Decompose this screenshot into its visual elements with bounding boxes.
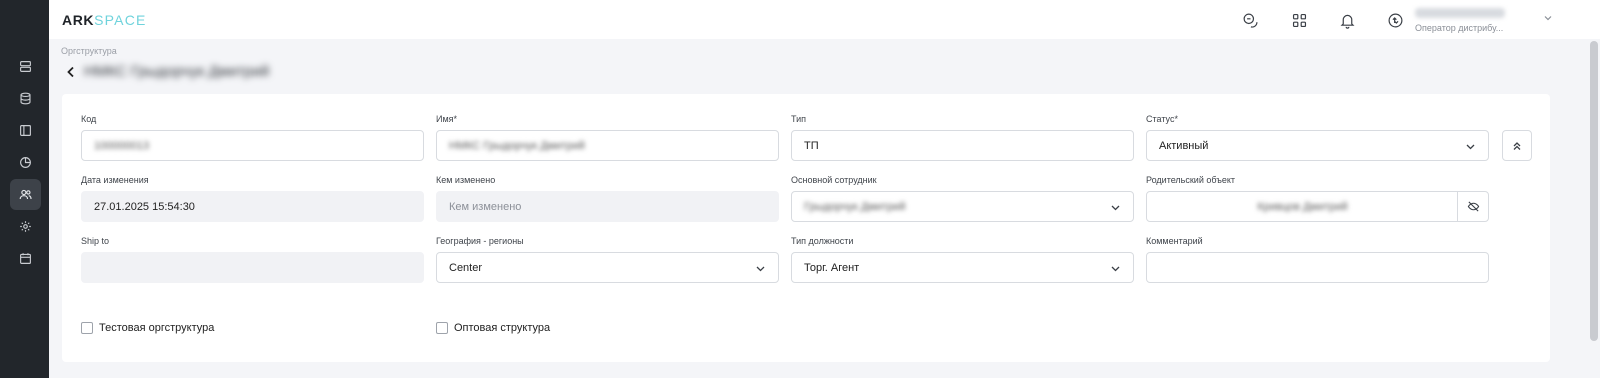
page-scrollbar[interactable]	[1588, 39, 1600, 378]
comment-label: Комментарий	[1146, 236, 1203, 246]
type-input[interactable]: ТП	[791, 130, 1134, 161]
chevron-down-icon	[1111, 205, 1120, 211]
changed-date-field: 27.01.2025 15:54:30	[81, 191, 424, 222]
sidebar	[0, 0, 49, 378]
changed-by-field: Кем изменено	[436, 191, 779, 222]
form-card: Код 100000013 Имя* НМКС Грыдорчук Дмитри…	[62, 94, 1550, 362]
collapse-button[interactable]	[1502, 130, 1532, 161]
chat-icon[interactable]	[1240, 10, 1260, 30]
parent-object-field[interactable]: Кривцов Дмитрий	[1146, 191, 1489, 222]
chevron-down-icon	[1111, 266, 1120, 272]
bell-icon[interactable]	[1337, 10, 1357, 30]
user-role: Оператор дистрибу...	[1415, 23, 1504, 33]
users-icon[interactable]	[10, 179, 41, 210]
test-orgstructure-checkbox[interactable]: Тестовая оргструктура	[81, 322, 214, 334]
layout-icon[interactable]	[10, 115, 41, 146]
page-title: НМКС Грыдорчук Дмитрий	[84, 63, 270, 80]
checkbox-box[interactable]	[81, 322, 93, 334]
type-label: Тип	[791, 114, 807, 124]
pie-chart-icon[interactable]	[10, 147, 41, 178]
code-label: Код	[81, 114, 97, 124]
changed-by-label: Кем изменено	[436, 175, 496, 185]
chevrons-up-icon	[1513, 141, 1521, 150]
main-employee-select[interactable]: Грыдорчук Дмитрий	[791, 191, 1134, 222]
status-label: Статус*	[1146, 114, 1178, 124]
main-employee-label: Основной сотрудник	[791, 175, 877, 185]
scrollbar-thumb[interactable]	[1590, 41, 1598, 341]
breadcrumb[interactable]: Оргструктура	[61, 46, 117, 56]
changed-date-label: Дата изменения	[81, 175, 149, 185]
checkbox-box[interactable]	[436, 322, 448, 334]
user-menu[interactable]: Оператор дистрибу...	[1415, 6, 1540, 33]
list-icon[interactable]	[10, 51, 41, 82]
chevron-down-icon[interactable]	[1543, 13, 1553, 23]
status-select[interactable]: Активный	[1146, 130, 1489, 161]
name-label: Имя*	[436, 114, 458, 124]
back-arrow-icon[interactable]	[64, 65, 78, 79]
database-icon[interactable]	[10, 83, 41, 114]
parent-object-label: Родительский объект	[1146, 175, 1236, 185]
ship-to-field	[81, 252, 424, 283]
chevron-down-icon	[1466, 144, 1475, 150]
wholesale-structure-checkbox[interactable]: Оптовая структура	[436, 322, 550, 334]
app-logo[interactable]: ARKSPACE	[62, 12, 147, 28]
settings-icon[interactable]	[10, 211, 41, 242]
hide-button[interactable]	[1457, 191, 1488, 222]
position-type-label: Тип должности	[791, 236, 854, 246]
code-input[interactable]: 100000013	[81, 130, 424, 161]
user-name	[1415, 8, 1505, 18]
position-type-select[interactable]: Торг. Агент	[791, 252, 1134, 283]
geo-regions-label: География - регионы	[436, 236, 524, 246]
ship-to-label: Ship to	[81, 236, 110, 246]
top-header: ARKSPACE Оператор дистрибу...	[49, 0, 1600, 39]
apps-grid-icon[interactable]	[1289, 10, 1309, 30]
name-input[interactable]: НМКС Грыдорчук Дмитрий	[436, 130, 779, 161]
eye-off-icon	[1467, 201, 1479, 212]
chevron-down-icon	[756, 266, 765, 272]
comment-input[interactable]	[1146, 252, 1489, 283]
calendar-icon[interactable]	[10, 243, 41, 274]
geo-regions-select[interactable]: Center	[436, 252, 779, 283]
sync-icon[interactable]	[1385, 10, 1405, 30]
